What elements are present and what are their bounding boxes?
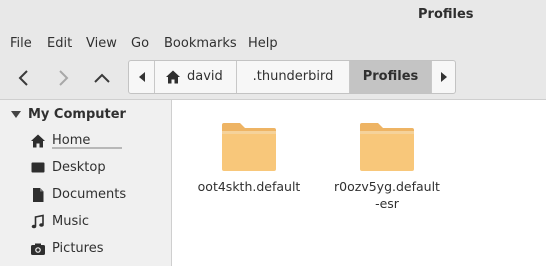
menu-bar: File Edit View Go Bookmarks Help bbox=[0, 30, 546, 57]
path-bar: david .thunderbird Profiles bbox=[128, 60, 456, 94]
triangle-right-icon bbox=[441, 72, 447, 82]
sidebar-item-desktop[interactable]: Desktop bbox=[30, 157, 160, 179]
file-item[interactable]: r0ozv5yg.default-esr bbox=[317, 122, 457, 212]
file-name: oot4skth.default bbox=[197, 179, 301, 194]
triangle-left-icon bbox=[139, 72, 145, 82]
collapse-triangle-icon[interactable] bbox=[11, 111, 21, 119]
selection-indicator bbox=[52, 147, 122, 149]
toolbar: david .thunderbird Profiles bbox=[0, 57, 546, 100]
sidebar-item-label: Pictures bbox=[52, 241, 104, 256]
sidebar: My Computer Home Desktop Documents Music bbox=[0, 100, 172, 266]
menu-go[interactable]: Go bbox=[131, 36, 149, 51]
menu-view[interactable]: View bbox=[86, 36, 117, 51]
back-button[interactable] bbox=[11, 65, 37, 91]
path-scroll-left-button[interactable] bbox=[129, 61, 155, 93]
document-icon bbox=[33, 188, 44, 202]
home-icon bbox=[31, 134, 45, 148]
folder-icon bbox=[360, 123, 414, 171]
file-view: oot4skth.default r0ozv5yg.default-esr bbox=[173, 100, 546, 266]
sidebar-item-documents[interactable]: Documents bbox=[30, 184, 160, 206]
home-icon bbox=[166, 70, 180, 84]
arrow-left-icon bbox=[18, 70, 28, 86]
sidebar-item-label: Documents bbox=[52, 187, 127, 202]
file-name: r0ozv5yg.default-esr bbox=[334, 179, 440, 211]
folder-icon bbox=[222, 123, 276, 171]
arrow-up-icon bbox=[94, 73, 110, 83]
menu-help[interactable]: Help bbox=[248, 36, 278, 51]
file-item[interactable]: oot4skth.default bbox=[179, 122, 319, 195]
sidebar-item-pictures[interactable]: Pictures bbox=[30, 238, 160, 260]
crumb-label: david bbox=[187, 69, 223, 84]
title-bar: Profiles bbox=[0, 0, 546, 30]
forward-button[interactable] bbox=[50, 65, 76, 91]
sidebar-item-label: Desktop bbox=[52, 160, 106, 175]
music-note-icon bbox=[31, 214, 44, 229]
window-title: Profiles bbox=[418, 7, 474, 22]
arrow-right-icon bbox=[59, 70, 69, 86]
crumb-profiles[interactable]: Profiles bbox=[350, 61, 431, 93]
camera-icon bbox=[31, 243, 45, 255]
menu-edit[interactable]: Edit bbox=[47, 36, 72, 51]
menu-bookmarks[interactable]: Bookmarks bbox=[164, 36, 237, 51]
crumb-label: .thunderbird bbox=[252, 69, 334, 84]
path-scroll-right-button[interactable] bbox=[431, 61, 455, 93]
sidebar-item-label: Home bbox=[52, 133, 91, 148]
sidebar-item-music[interactable]: Music bbox=[30, 211, 160, 233]
crumb-label: Profiles bbox=[362, 69, 419, 84]
sidebar-heading: My Computer bbox=[28, 107, 126, 122]
up-button[interactable] bbox=[89, 65, 115, 91]
crumb-david[interactable]: david bbox=[155, 61, 237, 93]
crumb-thunderbird[interactable]: .thunderbird bbox=[237, 61, 350, 93]
desktop-icon bbox=[31, 162, 45, 173]
menu-file[interactable]: File bbox=[10, 36, 32, 51]
sidebar-item-label: Music bbox=[52, 214, 89, 229]
